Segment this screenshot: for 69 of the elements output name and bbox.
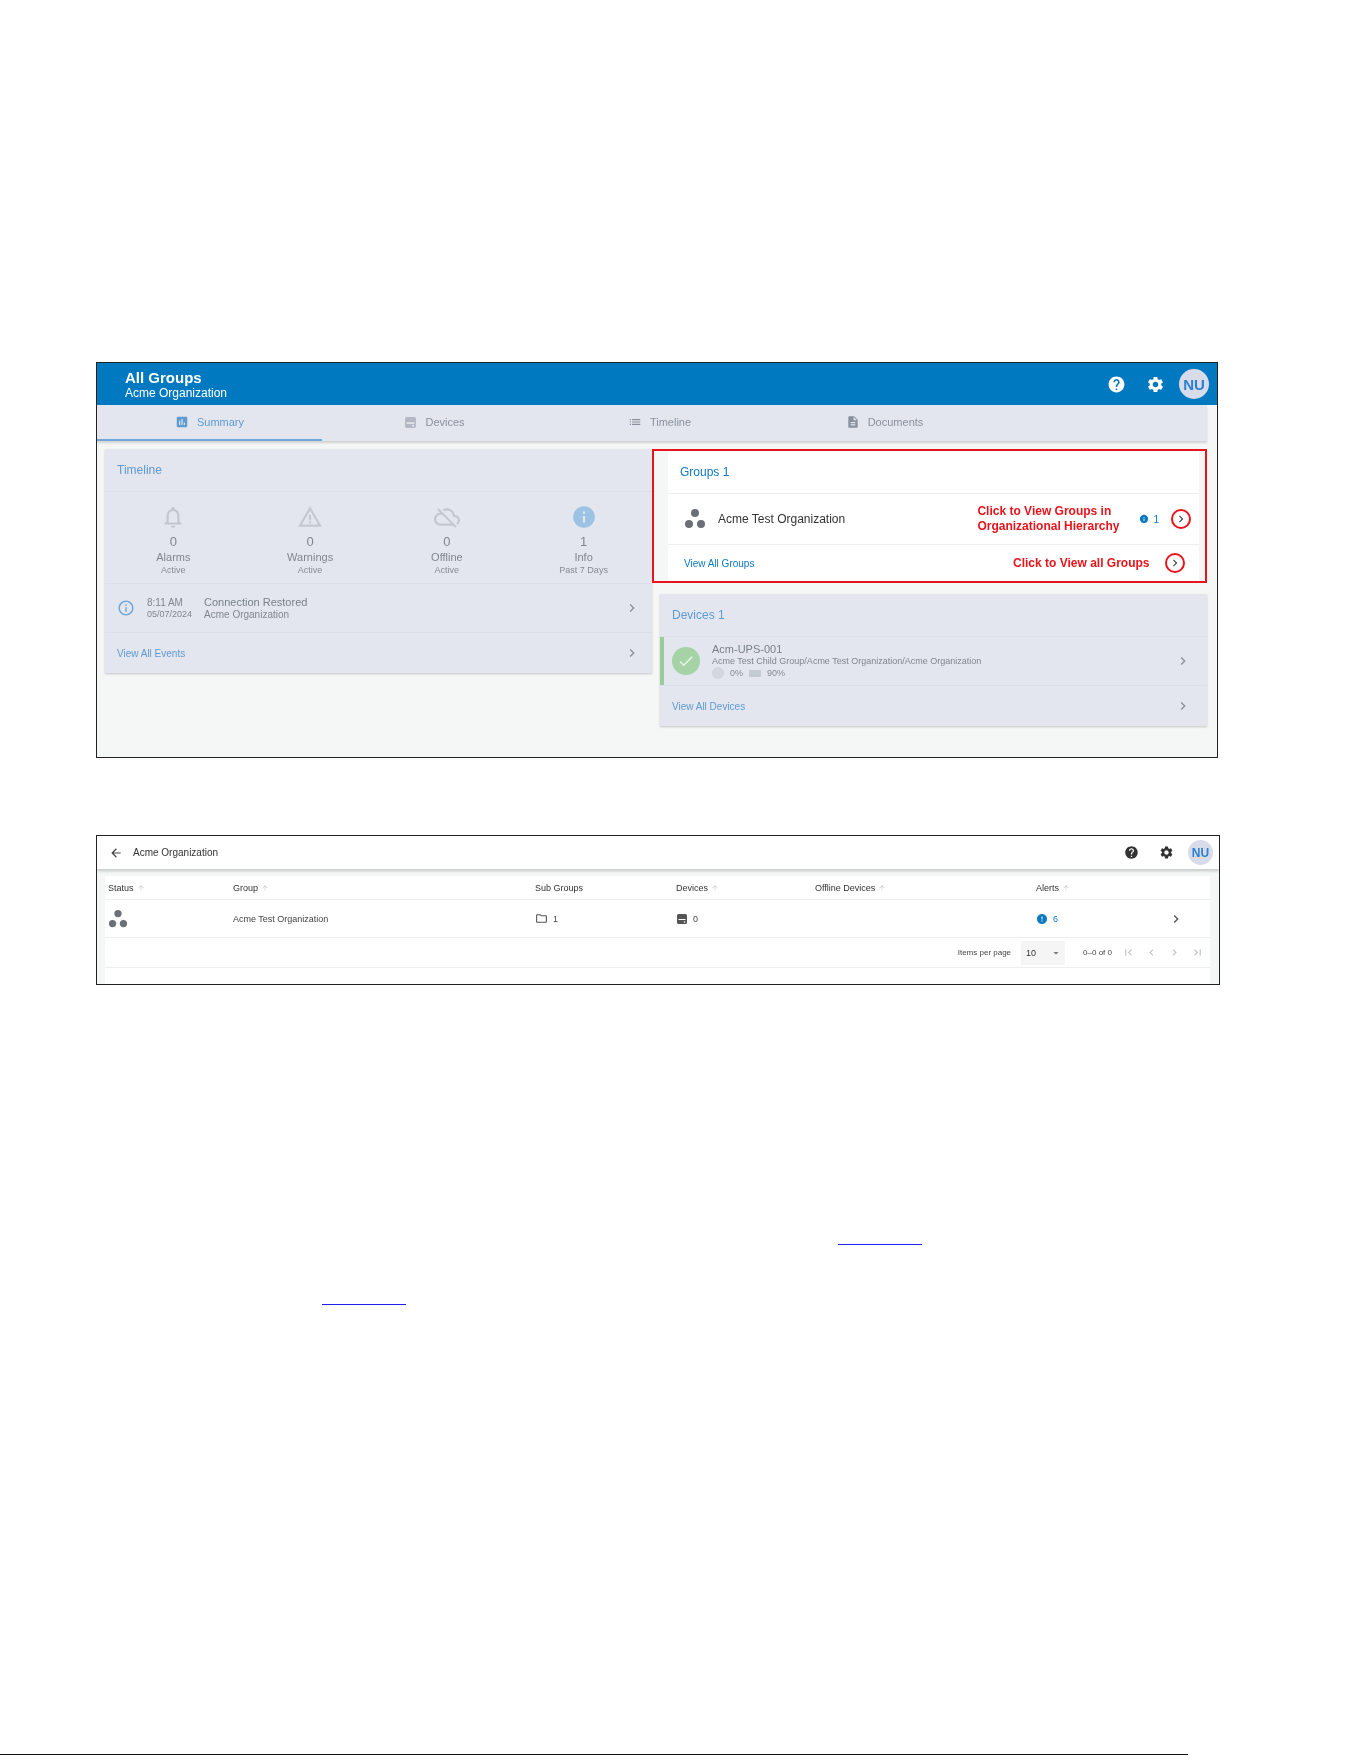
- stat-label: Warnings: [287, 551, 334, 563]
- alert-count: 6: [1053, 913, 1058, 924]
- document-icon: [845, 415, 860, 429]
- battery-reading: 90%: [767, 668, 786, 678]
- stat-period: Active: [297, 565, 323, 575]
- help-icon[interactable]: [1124, 845, 1139, 860]
- alert-count: 1: [1139, 513, 1159, 525]
- annotation-text: Click to View all Groups: [1013, 555, 1151, 571]
- column-header[interactable]: Alerts: [1036, 882, 1168, 893]
- signal-reading: 0%: [730, 668, 743, 678]
- column-header[interactable]: Sub Groups: [535, 882, 676, 893]
- status-bar: [660, 637, 664, 685]
- stat-period: Active: [161, 565, 186, 575]
- info-icon: [570, 504, 597, 530]
- annotation-text: Click to View Groups in Organizational Hierarchy: [977, 504, 1121, 534]
- column-header[interactable]: Offline Devices: [815, 882, 1036, 893]
- view-all-events-link[interactable]: View All Events: [117, 647, 612, 659]
- event-title: Connection Restored: [204, 596, 309, 608]
- stat-count: 0: [169, 534, 177, 549]
- tab[interactable]: Timeline: [547, 405, 772, 441]
- page-range: 0–0 of 0: [1083, 948, 1112, 957]
- device-path: Acme Test Child Group/Acme Test Organization/Acme Organization: [712, 656, 983, 666]
- chevron-icon[interactable]: [1165, 553, 1185, 573]
- column-header[interactable]: Group: [233, 882, 535, 893]
- cluster-icon: [684, 508, 706, 530]
- battery-icon: [749, 669, 761, 677]
- page-title: Acme Organization: [133, 847, 220, 858]
- tab[interactable]: Documents: [772, 405, 997, 441]
- card-title: Groups 1: [668, 451, 1199, 494]
- stat-count: 0: [306, 534, 314, 549]
- table-cell: 1: [553, 913, 558, 924]
- view-all-groups-link[interactable]: View All Groups: [684, 557, 1001, 569]
- stat-count: 0: [443, 534, 451, 549]
- stat-label: Offline: [431, 551, 463, 563]
- folder-icon: [535, 912, 548, 925]
- group-name: Acme Test Organization: [718, 512, 847, 526]
- settings-icon[interactable]: [1159, 845, 1174, 860]
- alert-icon: [1036, 912, 1048, 925]
- tab[interactable]: Devices: [322, 405, 547, 441]
- chevron-icon[interactable]: [1171, 509, 1191, 529]
- warning-icon: [297, 504, 324, 530]
- stat-label: Info: [574, 551, 593, 563]
- bar-chart-icon: [174, 415, 189, 429]
- items-per-page-label: Items per page: [957, 948, 1012, 957]
- event-date: 05/07/2024: [147, 609, 193, 619]
- table-cell-text: Acme Test Organization: [233, 913, 330, 924]
- event-time: 8:11 AM: [147, 597, 184, 608]
- info-icon: [1139, 514, 1150, 524]
- user-avatar[interactable]: NU: [1188, 840, 1213, 865]
- stat-label: Alarms: [156, 551, 191, 563]
- event-subtitle: Acme Organization: [204, 609, 291, 620]
- page-title: All Groups: [125, 368, 203, 386]
- column-header[interactable]: Status: [108, 882, 233, 893]
- stat-count: 1: [580, 534, 588, 549]
- device-icon: [676, 912, 688, 925]
- page-subtitle: Acme Organization: [125, 385, 229, 400]
- column-header[interactable]: Devices: [676, 882, 815, 893]
- device-icon: [404, 415, 418, 429]
- items-per-page-select[interactable]: 10: [1021, 940, 1066, 965]
- stat-period: Active: [434, 565, 460, 575]
- card-title: Timeline: [105, 449, 652, 492]
- cluster-icon: [108, 908, 128, 929]
- stat-period: Past 7 Days: [559, 565, 608, 575]
- table-cell: 0: [693, 913, 698, 924]
- device-name: Acm-UPS-001: [712, 643, 784, 655]
- info-icon: [117, 599, 135, 617]
- user-avatar[interactable]: NU: [1179, 369, 1209, 399]
- card-title: Devices 1: [660, 594, 1207, 637]
- view-all-devices-link[interactable]: View All Devices: [672, 700, 1163, 712]
